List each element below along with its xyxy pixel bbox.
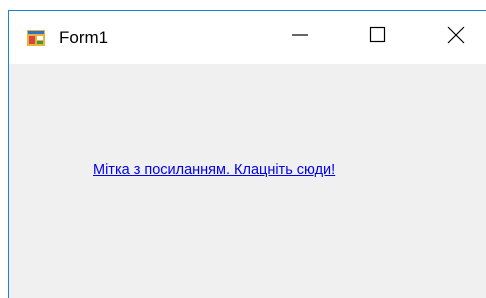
maximize-icon <box>369 26 387 49</box>
maximize-button[interactable] <box>351 11 405 64</box>
minimize-button[interactable] <box>273 11 327 64</box>
app-icon[interactable] <box>27 30 45 46</box>
link-label[interactable]: Мітка з посиланням. Клацніть сюди! <box>93 162 335 178</box>
minimize-icon <box>291 26 309 49</box>
form-client-area: Мітка з посиланням. Клацніть сюди! <box>9 64 486 298</box>
window-title: Form1 <box>59 28 109 47</box>
close-button[interactable] <box>429 11 483 64</box>
title-bar[interactable]: Form1 <box>9 11 486 64</box>
close-icon <box>447 26 465 49</box>
form-window: Form1 Мітка з посиланням. Клацніть сюди! <box>8 10 486 298</box>
